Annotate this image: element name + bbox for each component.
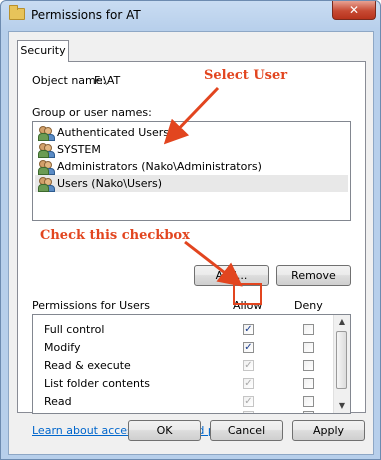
deny-read-checkbox[interactable]	[303, 396, 314, 407]
deny-column-header: Deny	[294, 299, 323, 312]
object-name-value: F:\AT	[94, 74, 121, 87]
scroll-up-icon[interactable]: ▲	[334, 315, 350, 329]
check-checkbox-annotation: Check this checkbox	[40, 228, 190, 243]
users-group-icon	[38, 125, 55, 141]
list-item-users[interactable]: Users (Nako\Users)	[35, 175, 348, 192]
permissions-scrollbar[interactable]: ▲ ▼	[333, 315, 350, 413]
permission-row-full-control: Full control ✓	[33, 321, 333, 339]
permission-name: Full control	[44, 323, 105, 336]
user-list[interactable]: Authenticated Users SYSTEM Administrator…	[32, 121, 351, 221]
scroll-down-icon[interactable]: ▼	[334, 399, 350, 413]
window-title: Permissions for AT	[31, 8, 141, 22]
allow-modify-checkbox[interactable]: ✓	[243, 342, 254, 353]
deny-partial-checkbox[interactable]	[303, 411, 314, 413]
deny-modify-checkbox[interactable]	[303, 342, 314, 353]
list-item-system[interactable]: SYSTEM	[35, 141, 348, 158]
group-names-label: Group or user names:	[32, 106, 152, 119]
tab-security[interactable]: Security	[17, 40, 69, 62]
permission-row-partial	[33, 411, 333, 413]
user-name: Authenticated Users	[57, 126, 170, 139]
cancel-button[interactable]: Cancel	[210, 420, 283, 441]
users-group-icon	[38, 159, 55, 175]
select-user-annotation: Select User	[204, 68, 288, 83]
users-group-icon	[38, 142, 55, 158]
permission-name: Read	[44, 395, 72, 408]
permission-name: List folder contents	[44, 377, 150, 390]
allow-read-checkbox[interactable]: ✓	[243, 396, 254, 407]
dialog-body: Security Object name: F:\AT Group or use…	[8, 31, 374, 455]
permission-name: Read & execute	[44, 359, 131, 372]
checkbox-highlight-box	[233, 283, 262, 305]
permission-name: Modify	[44, 341, 81, 354]
deny-list-folder-checkbox[interactable]	[303, 378, 314, 389]
scroll-thumb[interactable]	[336, 331, 347, 389]
allow-read-execute-checkbox[interactable]: ✓	[243, 360, 254, 371]
remove-button[interactable]: Remove	[276, 265, 351, 286]
deny-read-execute-checkbox[interactable]	[303, 360, 314, 371]
allow-list-folder-checkbox[interactable]: ✓	[243, 378, 254, 389]
allow-full-control-checkbox[interactable]: ✓	[243, 324, 254, 335]
permission-row-modify: Modify ✓	[33, 339, 333, 357]
permissions-label: Permissions for Users	[32, 299, 150, 312]
list-item-administrators[interactable]: Administrators (Nako\Administrators)	[35, 158, 348, 175]
allow-partial-checkbox[interactable]	[243, 411, 254, 413]
user-name: Administrators (Nako\Administrators)	[57, 160, 262, 173]
list-item-authenticated-users[interactable]: Authenticated Users	[35, 124, 348, 141]
user-name: Users (Nako\Users)	[57, 177, 163, 190]
ok-button[interactable]: OK	[128, 420, 201, 441]
permissions-list[interactable]: Full control ✓ Modify ✓ Read & execute ✓…	[32, 314, 351, 414]
permission-row-list-folder: List folder contents ✓	[33, 375, 333, 393]
close-button[interactable]: ✕	[332, 1, 376, 20]
deny-full-control-checkbox[interactable]	[303, 324, 314, 335]
title-bar[interactable]: Permissions for AT ✕	[1, 1, 380, 31]
folder-icon	[9, 5, 25, 20]
user-name: SYSTEM	[57, 143, 101, 156]
users-group-icon	[38, 176, 55, 192]
permission-row-read: Read ✓	[33, 393, 333, 411]
permission-row-read-execute: Read & execute ✓	[33, 357, 333, 375]
apply-button[interactable]: Apply	[292, 420, 365, 441]
